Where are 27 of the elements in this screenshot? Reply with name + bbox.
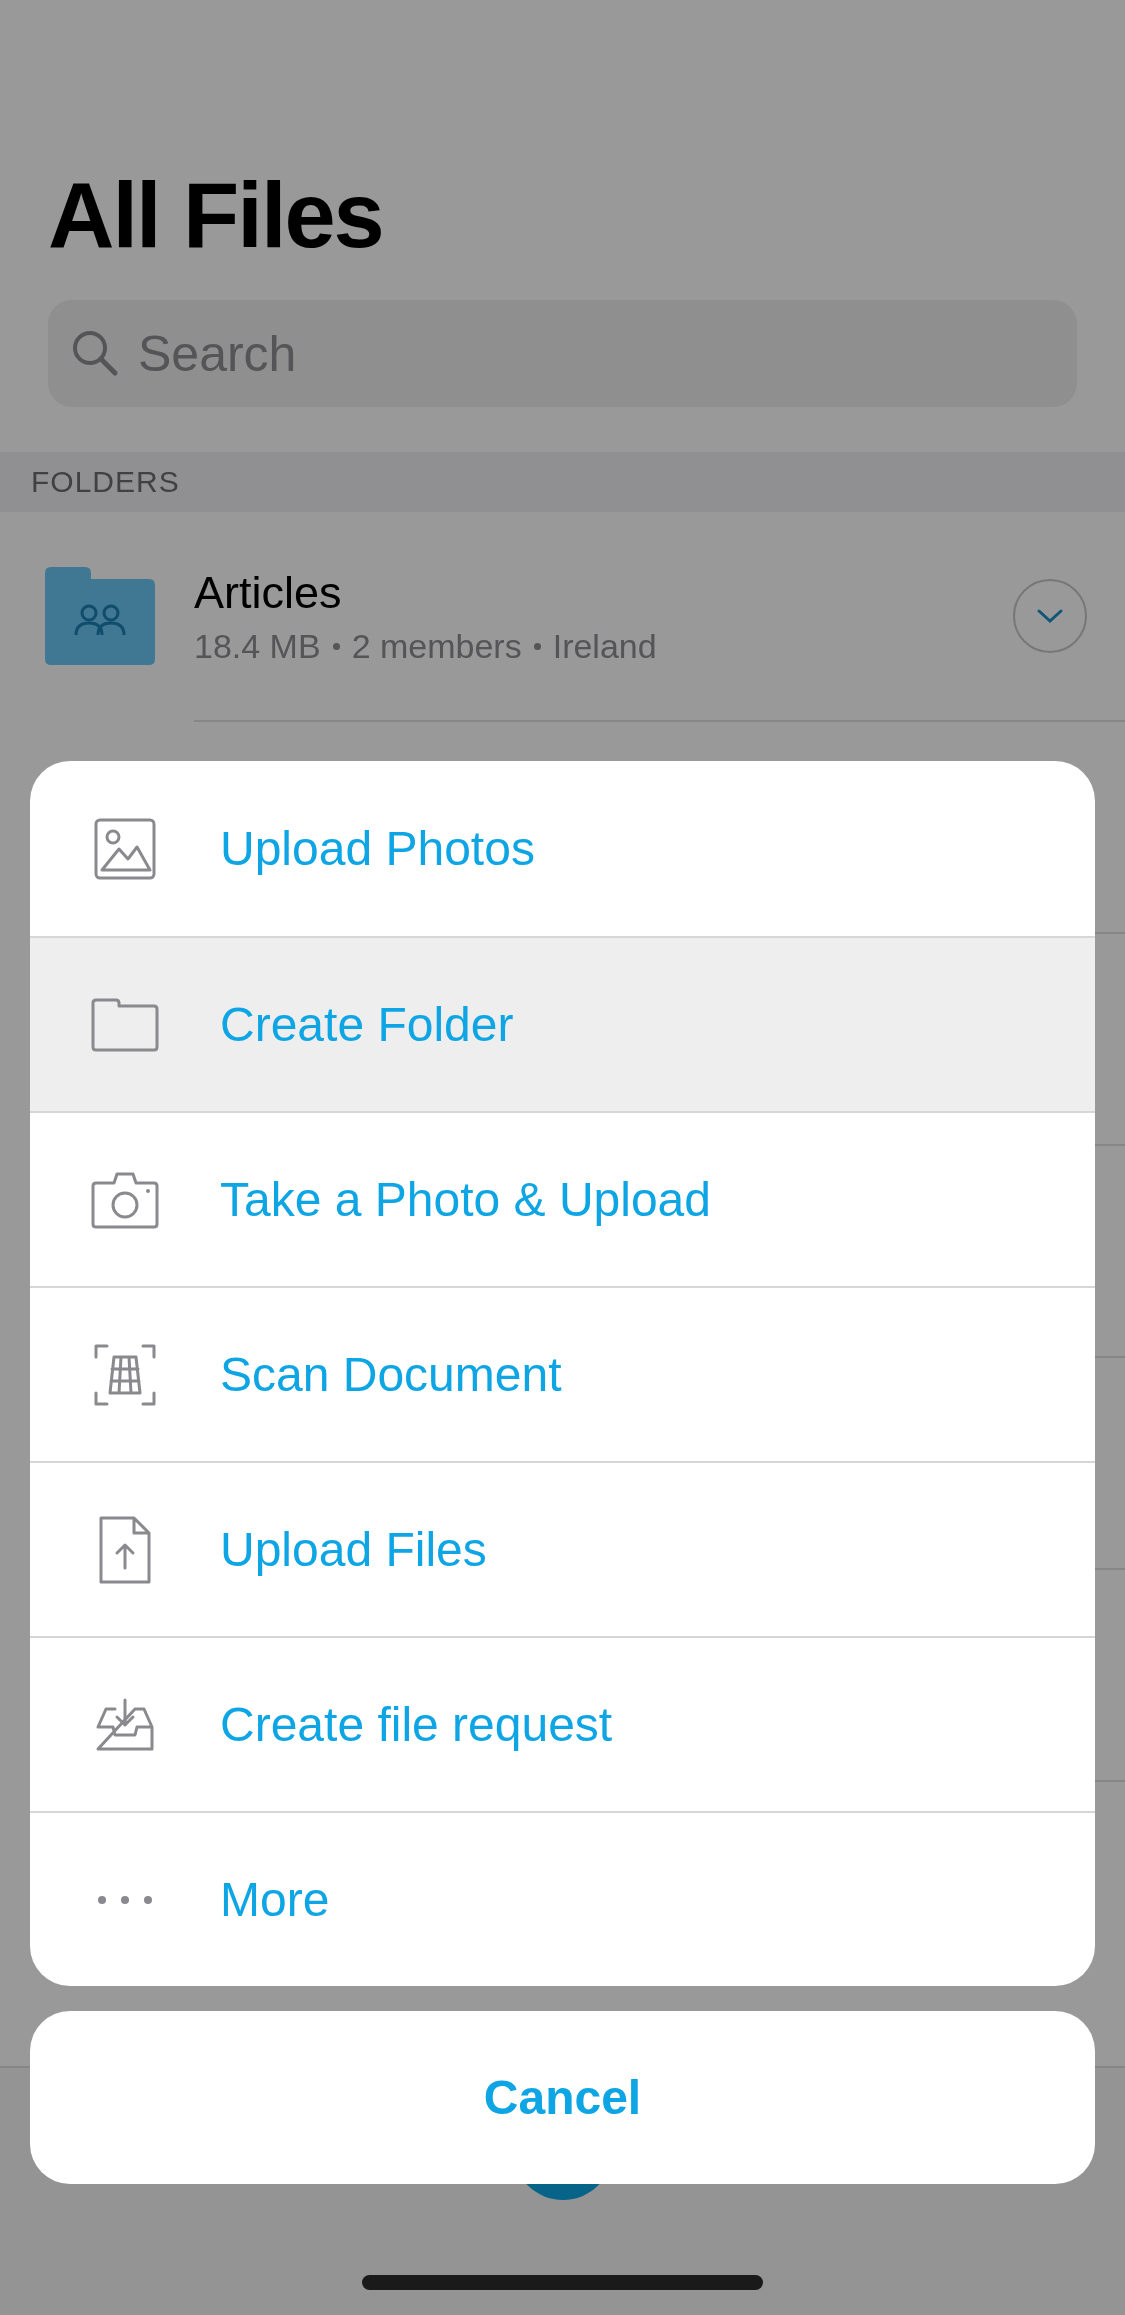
more-icon	[97, 1894, 153, 1905]
menu-item[interactable]: Take a Photo & Upload	[30, 1111, 1095, 1286]
section-header: FOLDERS	[0, 452, 1125, 512]
folder-detail: 2 members	[351, 626, 522, 666]
separator-dot	[332, 642, 340, 650]
menu-item[interactable]: Create Folder	[30, 936, 1095, 1111]
menu-item[interactable]: Scan Document	[30, 1286, 1095, 1461]
folder-icon	[90, 996, 160, 1053]
chevron-button[interactable]	[1013, 579, 1087, 653]
folder-detail: 18.4 MB	[194, 626, 321, 666]
separator-dot	[533, 642, 541, 650]
menu-item[interactable]: Upload Photos	[30, 761, 1095, 936]
menu-item[interactable]: Create file request	[30, 1636, 1095, 1811]
image-icon	[93, 816, 157, 881]
scan-icon	[93, 1342, 157, 1407]
shared-folder-icon	[45, 567, 155, 665]
chevron-down-icon	[1036, 608, 1064, 624]
file-upload-icon	[98, 1514, 152, 1585]
folder-name: Articles	[194, 566, 343, 619]
inbox-download-icon	[95, 1696, 155, 1753]
folder-detail: Ireland	[552, 626, 657, 666]
menu-item[interactable]: More	[30, 1811, 1095, 1986]
folder-row[interactable]: Articles 18.4 MB 2 members Ireland	[0, 512, 1125, 720]
menu-item[interactable]: Upload Files	[30, 1461, 1095, 1636]
search-field[interactable]: Search	[48, 300, 1077, 407]
page-title: All Files	[48, 163, 384, 268]
cancel-button[interactable]: Cancel	[30, 2011, 1095, 2184]
